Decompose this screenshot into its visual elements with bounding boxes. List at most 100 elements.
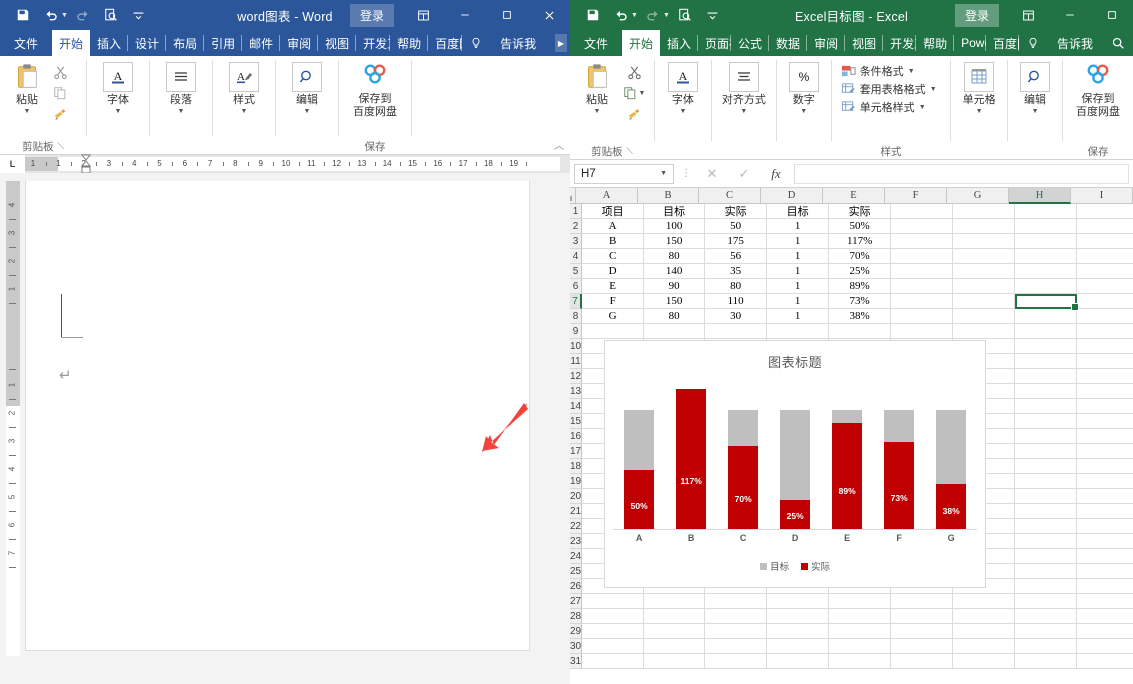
cell-E29[interactable]: [829, 624, 892, 639]
cell-I10[interactable]: [1077, 339, 1133, 354]
table-row[interactable]: B 150 175 1 117%: [582, 234, 1133, 249]
row-header-6[interactable]: 6: [570, 279, 583, 294]
chart-legend-item-实际[interactable]: 实际: [801, 559, 830, 573]
cell-A3[interactable]: B: [582, 234, 645, 249]
column-header-g[interactable]: G: [947, 188, 1009, 204]
row-header-30[interactable]: 30: [570, 639, 583, 654]
cell-H10[interactable]: [1015, 339, 1078, 354]
word-tab-file[interactable]: 文件: [0, 30, 52, 56]
cell-A2[interactable]: A: [582, 219, 645, 234]
row-header-20[interactable]: 20: [570, 489, 583, 504]
chart-bar-actual-C[interactable]: [728, 445, 759, 530]
cell-H17[interactable]: [1015, 444, 1078, 459]
excel-tab-review[interactable]: 审阅: [807, 30, 846, 56]
excel-paste-button[interactable]: 粘贴 ▼: [576, 60, 618, 115]
cell-I12[interactable]: [1077, 369, 1133, 384]
column-header-b[interactable]: B: [638, 188, 699, 204]
cell-A29[interactable]: [582, 624, 645, 639]
word-styles-button[interactable]: A 样式 ▼: [221, 60, 267, 115]
excel-font-dropdown-icon[interactable]: ▼: [679, 108, 686, 115]
cell-B31[interactable]: [644, 654, 706, 669]
cell-C6[interactable]: 80: [705, 279, 768, 294]
cell-D4[interactable]: 1: [767, 249, 830, 264]
row-header-5[interactable]: 5: [570, 264, 583, 279]
word-styles-dropdown-icon[interactable]: ▼: [241, 108, 248, 115]
excel-conditional-formatting-button[interactable]: 条件格式 ▼: [841, 63, 937, 79]
word-font-dropdown-icon[interactable]: ▼: [115, 108, 122, 115]
chart-legend[interactable]: 目标 实际: [605, 559, 985, 573]
column-header-f[interactable]: F: [885, 188, 947, 204]
cell-H22[interactable]: [1015, 519, 1078, 534]
save-icon[interactable]: [580, 4, 606, 26]
cell-F5[interactable]: [891, 264, 954, 279]
cell-H4[interactable]: [1015, 249, 1078, 264]
table-row[interactable]: F 150 110 1 73%: [582, 294, 1133, 309]
word-collapse-ribbon-icon[interactable]: ︿: [554, 137, 564, 152]
undo-dropdown-icon[interactable]: ▼: [61, 12, 68, 19]
cell-H11[interactable]: [1015, 354, 1078, 369]
tab-stop-selector-icon[interactable]: L: [0, 154, 25, 173]
table-row[interactable]: [582, 654, 1133, 669]
row-header-27[interactable]: 27: [570, 594, 583, 609]
word-tab-help[interactable]: 帮助: [390, 30, 429, 56]
cell-E27[interactable]: [829, 594, 892, 609]
excel-chart-object[interactable]: 图表标题 50% 117% 70% 25% 89% 73% 38% A B C D E F G 目标 实际: [604, 340, 987, 588]
word-paste-button[interactable]: 粘贴 ▼: [6, 60, 48, 115]
column-header-i[interactable]: I: [1071, 188, 1133, 204]
cell-B8[interactable]: 80: [644, 309, 706, 324]
cell-E2[interactable]: 50%: [829, 219, 892, 234]
cell-B30[interactable]: [644, 639, 706, 654]
excel-minimize-button[interactable]: [1049, 0, 1091, 30]
table-row[interactable]: [582, 324, 1133, 339]
cell-C5[interactable]: 35: [705, 264, 768, 279]
table-row[interactable]: D 140 35 1 25%: [582, 264, 1133, 279]
row-header-7[interactable]: 7: [570, 294, 583, 309]
row-header-12[interactable]: 12: [570, 369, 583, 384]
cell-I30[interactable]: [1077, 639, 1133, 654]
cell-B3[interactable]: 150: [644, 234, 706, 249]
column-header-d[interactable]: D: [761, 188, 823, 204]
customize-qat-icon[interactable]: [126, 4, 152, 26]
cell-D31[interactable]: [767, 654, 830, 669]
cell-C4[interactable]: 56: [705, 249, 768, 264]
cell-B4[interactable]: 80: [644, 249, 706, 264]
confirm-formula-button[interactable]: ✓: [730, 166, 758, 182]
cell-H24[interactable]: [1015, 549, 1078, 564]
cell-H6[interactable]: [1015, 279, 1078, 294]
cancel-formula-button[interactable]: ✕: [698, 166, 726, 182]
cell-H20[interactable]: [1015, 489, 1078, 504]
word-paragraph-button[interactable]: 段落 ▼: [158, 60, 204, 115]
cell-D30[interactable]: [767, 639, 830, 654]
cell-F28[interactable]: [891, 609, 954, 624]
cell-E3[interactable]: 117%: [829, 234, 892, 249]
cell-I8[interactable]: [1077, 309, 1133, 324]
cell-F27[interactable]: [891, 594, 954, 609]
save-icon[interactable]: [10, 4, 36, 26]
cell-G3[interactable]: [953, 234, 1016, 249]
redo-dropdown-icon[interactable]: ▼: [663, 12, 670, 19]
cell-E31[interactable]: [829, 654, 892, 669]
chart-bar-group-D[interactable]: 25%: [769, 389, 821, 530]
table-row[interactable]: 项目 目标 实际 目标 实际: [582, 204, 1133, 219]
cell-B5[interactable]: 140: [644, 264, 706, 279]
column-header-e[interactable]: E: [823, 188, 885, 204]
cell-G7[interactable]: [953, 294, 1016, 309]
word-save-to-baidu-button[interactable]: 保存到 百度网盘: [345, 60, 405, 118]
cell-C1[interactable]: 实际: [705, 204, 768, 219]
excel-maximize-button[interactable]: [1091, 0, 1133, 30]
cell-H25[interactable]: [1015, 564, 1078, 579]
cell-I18[interactable]: [1077, 459, 1133, 474]
cell-H13[interactable]: [1015, 384, 1078, 399]
cell-A1[interactable]: 项目: [582, 204, 645, 219]
word-tab-layout[interactable]: 布局: [166, 30, 205, 56]
cell-G27[interactable]: [953, 594, 1016, 609]
excel-format-as-table-button[interactable]: 套用表格格式 ▼: [841, 81, 937, 97]
cell-I31[interactable]: [1077, 654, 1133, 669]
cell-H8[interactable]: [1015, 309, 1078, 324]
cell-H31[interactable]: [1015, 654, 1078, 669]
word-tab-developer[interactable]: 开发工: [356, 30, 391, 56]
excel-number-dropdown-icon[interactable]: ▼: [800, 108, 807, 115]
cell-A7[interactable]: F: [582, 294, 645, 309]
cell-B27[interactable]: [644, 594, 706, 609]
row-header-23[interactable]: 23: [570, 534, 583, 549]
